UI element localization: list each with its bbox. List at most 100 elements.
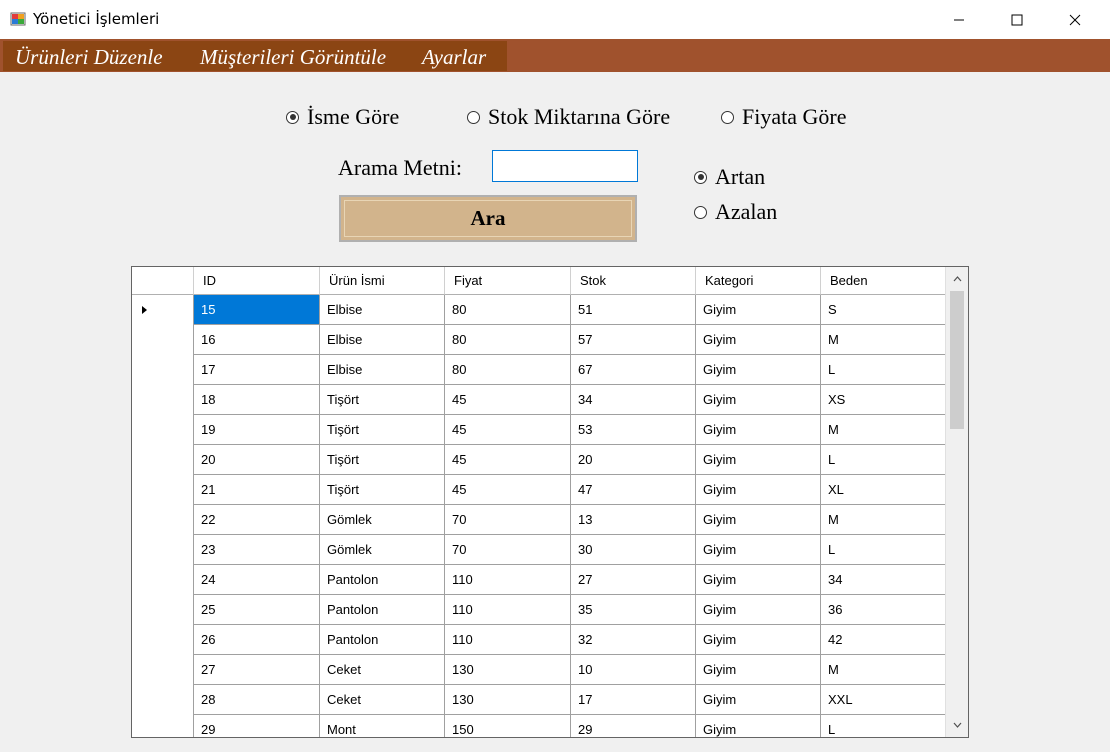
cell-price[interactable]: 110	[445, 565, 571, 595]
column-header-id[interactable]: ID	[194, 267, 320, 295]
cell-price[interactable]: 150	[445, 715, 571, 737]
cell-price[interactable]: 130	[445, 655, 571, 685]
row-header[interactable]	[132, 445, 194, 475]
row-header[interactable]	[132, 505, 194, 535]
cell-size[interactable]: S	[821, 295, 946, 325]
table-row[interactable]: 16 Elbise 80 57 Giyim M	[132, 325, 946, 355]
cell-price[interactable]: 130	[445, 685, 571, 715]
cell-category[interactable]: Giyim	[696, 475, 821, 505]
cell-id[interactable]: 29	[194, 715, 320, 737]
radio-by-price[interactable]: Fiyata Göre	[721, 104, 846, 130]
cell-price[interactable]: 110	[445, 595, 571, 625]
row-header[interactable]	[132, 535, 194, 565]
column-header-category[interactable]: Kategori	[696, 267, 821, 295]
cell-stock[interactable]: 35	[571, 595, 696, 625]
cell-id[interactable]: 22	[194, 505, 320, 535]
scroll-thumb[interactable]	[950, 291, 964, 429]
cell-category[interactable]: Giyim	[696, 355, 821, 385]
cell-id[interactable]: 17	[194, 355, 320, 385]
cell-size[interactable]: XL	[821, 475, 946, 505]
cell-size[interactable]: XXL	[821, 685, 946, 715]
maximize-button[interactable]	[994, 0, 1040, 39]
cell-price[interactable]: 45	[445, 385, 571, 415]
radio-descending[interactable]: Azalan	[694, 199, 777, 225]
cell-id[interactable]: 27	[194, 655, 320, 685]
cell-category[interactable]: Giyim	[696, 445, 821, 475]
table-row[interactable]: 17 Elbise 80 67 Giyim L	[132, 355, 946, 385]
cell-size[interactable]: L	[821, 535, 946, 565]
products-grid[interactable]: ID Ürün İsmi Fiyat Stok Kategori Beden 1…	[131, 266, 969, 738]
cell-id[interactable]: 28	[194, 685, 320, 715]
radio-by-stock[interactable]: Stok Miktarına Göre	[467, 104, 670, 130]
cell-stock[interactable]: 13	[571, 505, 696, 535]
scroll-up-icon[interactable]	[946, 269, 968, 289]
menu-item-settings[interactable]: Ayarlar	[422, 45, 486, 69]
cell-name[interactable]: Elbise	[320, 295, 445, 325]
table-row[interactable]: 21 Tişört 45 47 Giyim XL	[132, 475, 946, 505]
cell-price[interactable]: 70	[445, 505, 571, 535]
table-row[interactable]: 23 Gömlek 70 30 Giyim L	[132, 535, 946, 565]
cell-id[interactable]: 16	[194, 325, 320, 355]
cell-size[interactable]: M	[821, 655, 946, 685]
cell-id[interactable]: 15	[194, 295, 320, 325]
cell-size[interactable]: 36	[821, 595, 946, 625]
cell-stock[interactable]: 29	[571, 715, 696, 737]
column-header-stock[interactable]: Stok	[571, 267, 696, 295]
row-header[interactable]	[132, 565, 194, 595]
search-button[interactable]: Ara	[339, 195, 637, 242]
cell-name[interactable]: Tişört	[320, 385, 445, 415]
cell-stock[interactable]: 32	[571, 625, 696, 655]
cell-id[interactable]: 26	[194, 625, 320, 655]
cell-stock[interactable]: 34	[571, 385, 696, 415]
cell-id[interactable]: 18	[194, 385, 320, 415]
cell-name[interactable]: Mont	[320, 715, 445, 737]
cell-category[interactable]: Giyim	[696, 655, 821, 685]
cell-category[interactable]: Giyim	[696, 415, 821, 445]
cell-size[interactable]: M	[821, 415, 946, 445]
cell-name[interactable]: Tişört	[320, 475, 445, 505]
table-row[interactable]: 24 Pantolon 110 27 Giyim 34	[132, 565, 946, 595]
column-header-name[interactable]: Ürün İsmi	[320, 267, 445, 295]
cell-category[interactable]: Giyim	[696, 295, 821, 325]
cell-stock[interactable]: 67	[571, 355, 696, 385]
cell-id[interactable]: 20	[194, 445, 320, 475]
row-header[interactable]	[132, 595, 194, 625]
cell-name[interactable]: Gömlek	[320, 535, 445, 565]
cell-stock[interactable]: 47	[571, 475, 696, 505]
row-header[interactable]	[132, 475, 194, 505]
cell-price[interactable]: 110	[445, 625, 571, 655]
scroll-down-icon[interactable]	[946, 715, 968, 735]
close-button[interactable]	[1052, 0, 1098, 39]
vertical-scrollbar[interactable]	[945, 267, 968, 737]
cell-price[interactable]: 45	[445, 415, 571, 445]
row-header[interactable]	[132, 295, 194, 325]
cell-stock[interactable]: 20	[571, 445, 696, 475]
cell-category[interactable]: Giyim	[696, 535, 821, 565]
cell-price[interactable]: 80	[445, 355, 571, 385]
column-header-size[interactable]: Beden	[821, 267, 946, 295]
table-row[interactable]: 22 Gömlek 70 13 Giyim M	[132, 505, 946, 535]
menu-item-edit-products[interactable]: Ürünleri Düzenle	[15, 45, 163, 69]
cell-stock[interactable]: 53	[571, 415, 696, 445]
cell-id[interactable]: 23	[194, 535, 320, 565]
radio-by-name[interactable]: İsme Göre	[286, 104, 399, 130]
cell-category[interactable]: Giyim	[696, 685, 821, 715]
menu-item-view-customers[interactable]: Müşterileri Görüntüle	[200, 45, 386, 69]
cell-stock[interactable]: 27	[571, 565, 696, 595]
cell-name[interactable]: Elbise	[320, 325, 445, 355]
table-row[interactable]: 28 Ceket 130 17 Giyim XXL	[132, 685, 946, 715]
radio-ascending[interactable]: Artan	[694, 164, 765, 190]
cell-id[interactable]: 25	[194, 595, 320, 625]
row-header[interactable]	[132, 415, 194, 445]
cell-category[interactable]: Giyim	[696, 595, 821, 625]
cell-name[interactable]: Ceket	[320, 655, 445, 685]
table-row[interactable]: 18 Tişört 45 34 Giyim XS	[132, 385, 946, 415]
cell-stock[interactable]: 51	[571, 295, 696, 325]
row-header[interactable]	[132, 655, 194, 685]
table-row[interactable]: 15 Elbise 80 51 Giyim S	[132, 295, 946, 325]
cell-id[interactable]: 24	[194, 565, 320, 595]
cell-size[interactable]: 34	[821, 565, 946, 595]
cell-size[interactable]: M	[821, 325, 946, 355]
table-row[interactable]: 25 Pantolon 110 35 Giyim 36	[132, 595, 946, 625]
row-header[interactable]	[132, 685, 194, 715]
